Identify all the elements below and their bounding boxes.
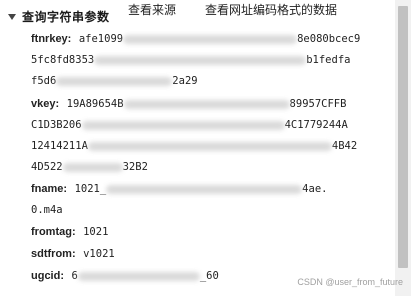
redacted-blur [106, 184, 303, 194]
param-row-vkey-cont: 12414211A 4B42 [31, 135, 357, 156]
redacted-blur [123, 34, 298, 44]
param-value: C1D3B206 [31, 119, 82, 131]
redacted-blur [87, 141, 332, 151]
param-value: v1021 [83, 248, 115, 260]
param-key: ugcid: [31, 270, 64, 282]
param-value: 4C1779244A [284, 119, 348, 131]
param-key: fromtag: [31, 226, 76, 238]
param-key: sdtfrom: [31, 248, 76, 260]
redacted-blur [94, 55, 307, 65]
param-row-ftnrkey: ftnrkey: afe1099 8e080bcec9 [31, 28, 360, 49]
param-value: f5d6 [31, 75, 57, 87]
param-value: 4B42 [331, 140, 358, 152]
param-row-vkey: vkey: 19A89654B 89957CFFB [31, 93, 346, 114]
param-value: 32B2 [122, 161, 148, 173]
param-value: 5fc8fd8353 [31, 54, 95, 66]
redacted-blur [56, 76, 173, 86]
param-value: 12414211A [31, 140, 88, 152]
param-value: afe1099 [78, 33, 124, 45]
param-value: 19A89654B [66, 98, 124, 110]
param-row-fname: fname: 1021_ 4ae. [31, 178, 327, 199]
param-value: b1fedfa [306, 54, 351, 66]
param-value: 6 [71, 270, 78, 282]
param-row-vkey-cont: C1D3B206 4C1779244A [31, 114, 348, 135]
redacted-blur [123, 99, 290, 109]
param-row-sdtfrom: sdtfrom: v1021 [31, 243, 115, 264]
param-value: 1021 [83, 226, 109, 238]
view-source-link[interactable]: 查看来源 [128, 0, 176, 20]
param-row-ftnrkey-cont: f5d6 2a29 [31, 70, 198, 91]
param-key: vkey: [31, 98, 60, 110]
param-value: 4D522 [31, 161, 63, 173]
param-value: 4ae. [302, 183, 328, 195]
params-toolbar: 查询字符串参数 [8, 6, 110, 26]
param-value: 89957CFFB [289, 98, 347, 110]
scrollbar-thumb[interactable] [398, 6, 408, 268]
param-row-fromtag: fromtag: 1021 [31, 221, 108, 242]
param-row-fname-cont: 0.m4a [31, 199, 63, 220]
section-title[interactable]: 查询字符串参数 [22, 8, 110, 25]
param-value: _60 [199, 270, 219, 282]
redacted-blur [62, 162, 123, 172]
param-value: 0.m4a [31, 204, 63, 216]
query-string-params-panel: 查询字符串参数 查看来源 查看网址编码格式的数据 ftnrkey: afe109… [0, 0, 411, 296]
param-key: ftnrkey: [31, 33, 72, 45]
redacted-blur [77, 271, 200, 281]
collapse-caret-icon[interactable] [8, 13, 16, 20]
watermark: CSDN @user_from_future [297, 277, 403, 287]
param-value: 8e080bcec9 [297, 33, 361, 45]
param-key: fname: [31, 183, 68, 195]
param-row-vkey-cont: 4D522 32B2 [31, 156, 148, 177]
param-value: 1021_ [74, 183, 107, 195]
redacted-blur [81, 120, 285, 130]
param-row-ugcid: ugcid: 6 _60 [31, 265, 219, 286]
view-url-encoded-link[interactable]: 查看网址编码格式的数据 [205, 0, 337, 20]
param-value: 2a29 [172, 75, 198, 87]
param-row-ftnrkey-cont: 5fc8fd8353 b1fedfa [31, 49, 350, 70]
